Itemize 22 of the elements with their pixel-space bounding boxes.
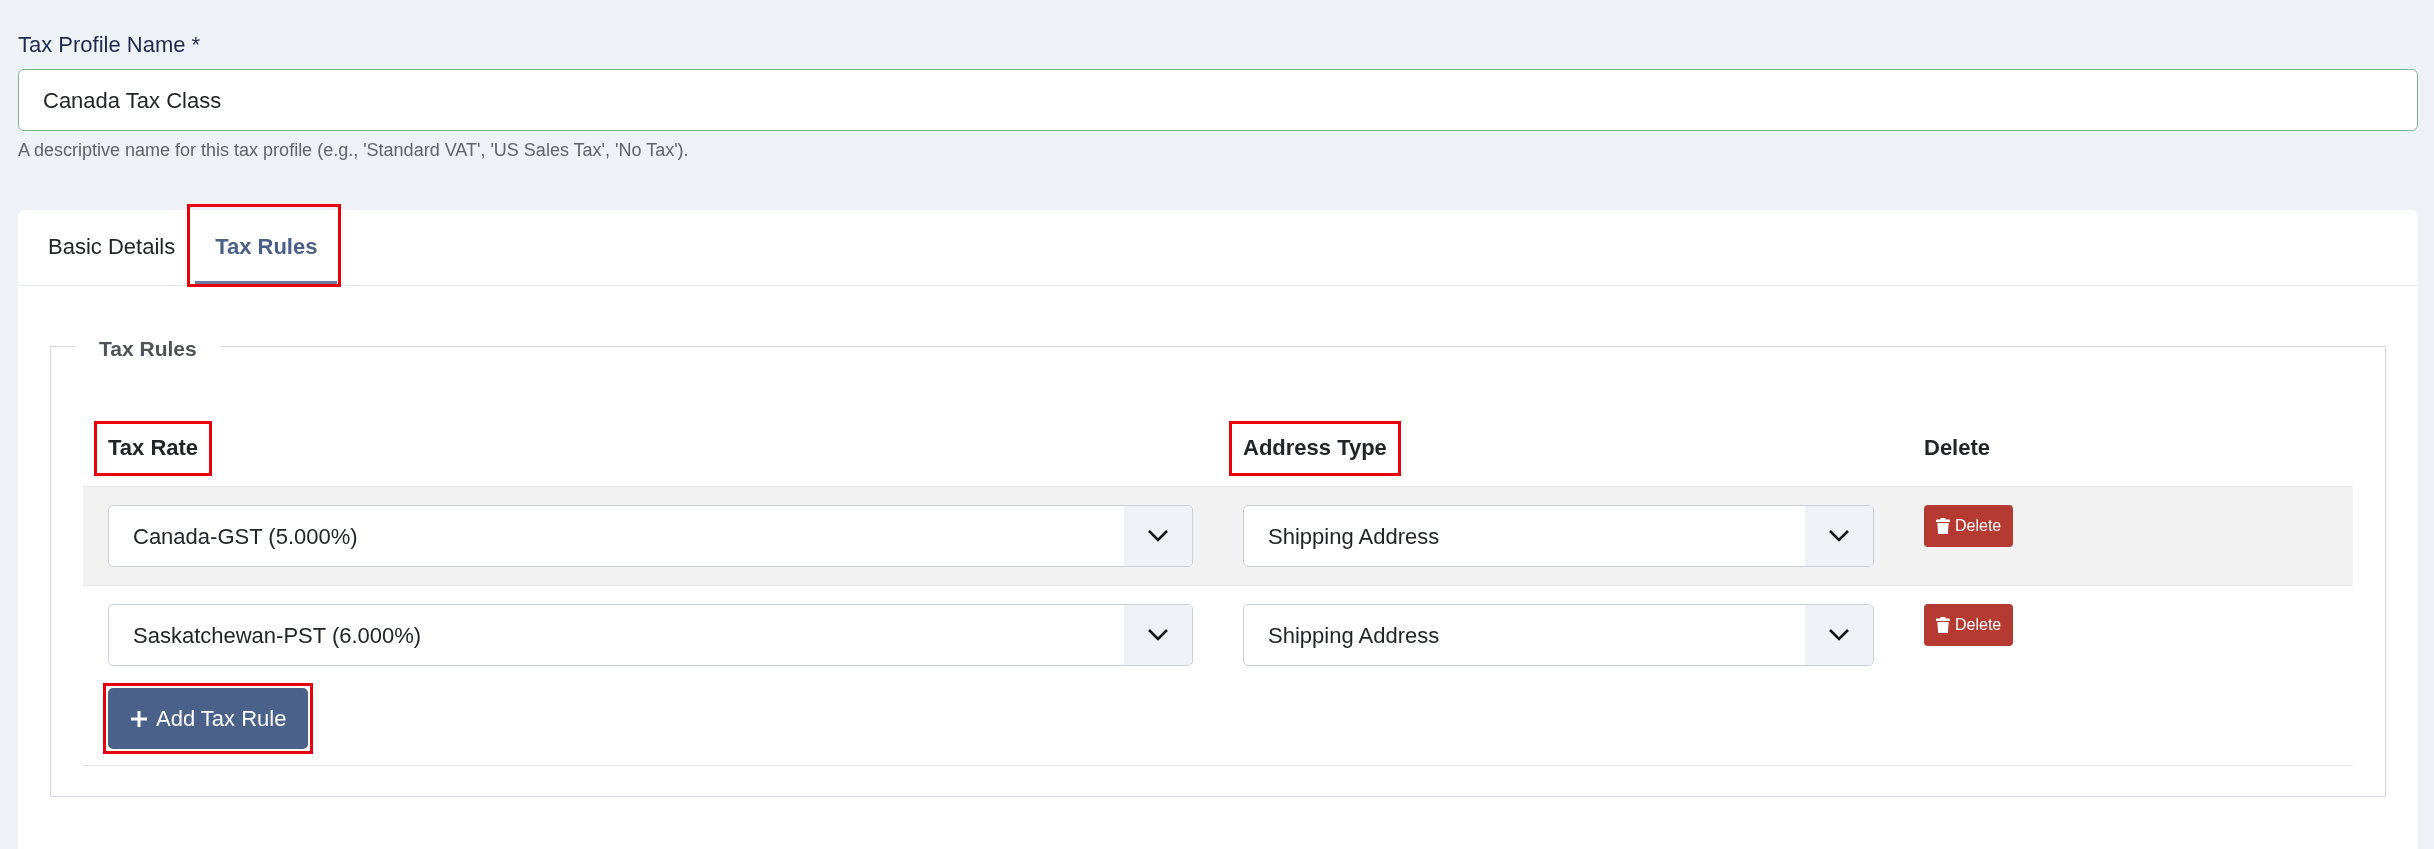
chevron-down-icon — [1828, 529, 1850, 543]
text-field[interactable]: Canada Tax Class — [18, 69, 2418, 131]
plus-icon — [130, 709, 148, 728]
chevron-down-icon — [1147, 529, 1169, 543]
address-type-select[interactable]: Shipping Address — [1243, 604, 1874, 666]
address-type-select[interactable]: Shipping Address — [1243, 505, 1874, 567]
delete-button[interactable]: Delete — [1924, 604, 2014, 646]
chevron-down-icon — [1147, 628, 1169, 642]
help-text: A descriptive name for this tax profile (e.g., 'Standard VAT', 'US Sales Tax', 'No Tax'). — [18, 139, 690, 162]
trash-icon — [1936, 617, 1950, 633]
trash-icon — [1936, 518, 1950, 534]
delete-button[interactable]: Delete — [1924, 505, 2014, 547]
chevron-down-icon — [1828, 628, 1850, 642]
tax-rate-select[interactable]: Canada-GST (5.000%) — [108, 505, 1193, 567]
tax-rate-select[interactable]: Saskatchewan-PST (6.000%) — [108, 604, 1193, 666]
column-header: Delete — [1924, 434, 1991, 462]
field-label: Tax Profile Name * — [18, 31, 202, 59]
tab[interactable]: Basic Details — [28, 210, 196, 285]
column-header: Address Type — [1243, 434, 1387, 462]
column-header: Tax Rate — [108, 434, 199, 462]
add-tax-rule-button[interactable]: Add Tax Rule — [108, 688, 309, 749]
tab[interactable]: Tax Rules — [195, 210, 338, 285]
